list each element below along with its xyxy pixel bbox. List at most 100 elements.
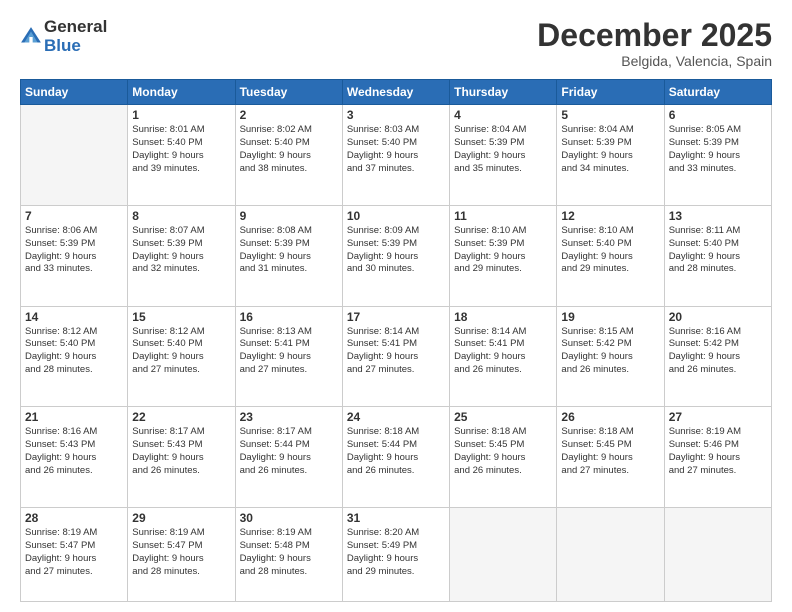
calendar-cell: 28Sunrise: 8:19 AM Sunset: 5:47 PM Dayli… bbox=[21, 508, 128, 602]
cell-info: Sunrise: 8:17 AM Sunset: 5:44 PM Dayligh… bbox=[240, 426, 338, 477]
day-number: 24 bbox=[347, 410, 445, 424]
calendar-cell: 18Sunrise: 8:14 AM Sunset: 5:41 PM Dayli… bbox=[450, 306, 557, 407]
calendar-cell: 23 Sunrise: 8:17 AM Sunset: 5:44 PM Dayli… bbox=[235, 407, 342, 508]
calendar-cell: 29 Sunrise: 8:19 AM Sunset: 5:47 PM Dayli… bbox=[128, 508, 235, 602]
day-number: 25 bbox=[454, 410, 552, 424]
calendar-week-1: 1Sunrise: 8:01 AM Sunset: 5:40 PM Daylig… bbox=[21, 105, 772, 206]
calendar-cell: 12 Sunrise: 8:10 AM Sunset: 5:40 PM Dayli… bbox=[557, 205, 664, 306]
calendar-week-5: 28 Sunrise: 8:19 AM Sunset: 5:47 PM Dayli… bbox=[21, 508, 772, 602]
calendar-cell: 22 Sunrise: 8:17 AM Sunset: 5:43 PM Dayli… bbox=[128, 407, 235, 508]
day-number: 11 bbox=[454, 209, 552, 223]
calendar-week-2: 7 Sunrise: 8:06 AM Sunset: 5:39 PM Daylig… bbox=[21, 205, 772, 306]
calendar-cell bbox=[557, 508, 664, 602]
day-number: 22 bbox=[132, 410, 230, 424]
logo-blue: Blue bbox=[44, 37, 107, 56]
cell-info: Sunrise: 8:18 AM Sunset: 5:45 PM Dayligh… bbox=[561, 426, 659, 477]
day-number: 28 bbox=[25, 511, 123, 525]
page: General Blue December 2025 Belgida, Vale… bbox=[0, 0, 792, 612]
cell-info: Sunrise: 8:16 AM Sunset: 5:43 PM Dayligh… bbox=[25, 426, 123, 477]
calendar-cell: 5 Sunrise: 8:04 AM Sunset: 5:39 PM Daylig… bbox=[557, 105, 664, 206]
cell-info: Sunrise: 8:19 AM Sunset: 5:46 PM Dayligh… bbox=[669, 426, 767, 477]
cell-info: Sunrise: 8:19 AM Sunset: 5:48 PM Dayligh… bbox=[240, 527, 338, 578]
day-number: 23 bbox=[240, 410, 338, 424]
calendar-cell: 26Sunrise: 8:18 AM Sunset: 5:45 PM Dayli… bbox=[557, 407, 664, 508]
day-number: 19 bbox=[561, 310, 659, 324]
cell-info: Sunrise: 8:18 AM Sunset: 5:44 PM Dayligh… bbox=[347, 426, 445, 477]
calendar-cell: 3 Sunrise: 8:03 AM Sunset: 5:40 PM Daylig… bbox=[342, 105, 449, 206]
day-number: 5 bbox=[561, 108, 659, 122]
calendar-week-4: 21 Sunrise: 8:16 AM Sunset: 5:43 PM Dayli… bbox=[21, 407, 772, 508]
calendar-cell: 30 Sunrise: 8:19 AM Sunset: 5:48 PM Dayli… bbox=[235, 508, 342, 602]
calendar-cell bbox=[21, 105, 128, 206]
calendar-cell: 16Sunrise: 8:13 AM Sunset: 5:41 PM Dayli… bbox=[235, 306, 342, 407]
cell-info: Sunrise: 8:07 AM Sunset: 5:39 PM Dayligh… bbox=[132, 225, 230, 276]
day-number: 8 bbox=[132, 209, 230, 223]
cell-info: Sunrise: 8:08 AM Sunset: 5:39 PM Dayligh… bbox=[240, 225, 338, 276]
calendar-cell: 27 Sunrise: 8:19 AM Sunset: 5:46 PM Dayli… bbox=[664, 407, 771, 508]
cell-info: Sunrise: 8:10 AM Sunset: 5:39 PM Dayligh… bbox=[454, 225, 552, 276]
day-number: 17 bbox=[347, 310, 445, 324]
cell-info: Sunrise: 8:04 AM Sunset: 5:39 PM Dayligh… bbox=[561, 124, 659, 175]
day-number: 12 bbox=[561, 209, 659, 223]
day-number: 15 bbox=[132, 310, 230, 324]
calendar-cell bbox=[664, 508, 771, 602]
location: Belgida, Valencia, Spain bbox=[537, 53, 772, 69]
calendar-cell: 11 Sunrise: 8:10 AM Sunset: 5:39 PM Dayli… bbox=[450, 205, 557, 306]
calendar-cell: 10Sunrise: 8:09 AM Sunset: 5:39 PM Dayli… bbox=[342, 205, 449, 306]
cell-info: Sunrise: 8:17 AM Sunset: 5:43 PM Dayligh… bbox=[132, 426, 230, 477]
calendar-cell: 1Sunrise: 8:01 AM Sunset: 5:40 PM Daylig… bbox=[128, 105, 235, 206]
cell-info: Sunrise: 8:12 AM Sunset: 5:40 PM Dayligh… bbox=[132, 326, 230, 377]
cell-info: Sunrise: 8:03 AM Sunset: 5:40 PM Dayligh… bbox=[347, 124, 445, 175]
cell-info: Sunrise: 8:14 AM Sunset: 5:41 PM Dayligh… bbox=[347, 326, 445, 377]
calendar-header-tuesday: Tuesday bbox=[235, 80, 342, 105]
calendar-cell: 14 Sunrise: 8:12 AM Sunset: 5:40 PM Dayli… bbox=[21, 306, 128, 407]
day-number: 7 bbox=[25, 209, 123, 223]
calendar-cell: 2Sunrise: 8:02 AM Sunset: 5:40 PM Daylig… bbox=[235, 105, 342, 206]
calendar-cell: 17 Sunrise: 8:14 AM Sunset: 5:41 PM Dayli… bbox=[342, 306, 449, 407]
day-number: 30 bbox=[240, 511, 338, 525]
calendar-cell: 21 Sunrise: 8:16 AM Sunset: 5:43 PM Dayli… bbox=[21, 407, 128, 508]
calendar-cell: 15 Sunrise: 8:12 AM Sunset: 5:40 PM Dayli… bbox=[128, 306, 235, 407]
calendar-header-saturday: Saturday bbox=[664, 80, 771, 105]
calendar-cell: 13Sunrise: 8:11 AM Sunset: 5:40 PM Dayli… bbox=[664, 205, 771, 306]
day-number: 16 bbox=[240, 310, 338, 324]
calendar-week-3: 14 Sunrise: 8:12 AM Sunset: 5:40 PM Dayli… bbox=[21, 306, 772, 407]
calendar-cell: 31Sunrise: 8:20 AM Sunset: 5:49 PM Dayli… bbox=[342, 508, 449, 602]
cell-info: Sunrise: 8:10 AM Sunset: 5:40 PM Dayligh… bbox=[561, 225, 659, 276]
day-number: 18 bbox=[454, 310, 552, 324]
day-number: 21 bbox=[25, 410, 123, 424]
cell-info: Sunrise: 8:19 AM Sunset: 5:47 PM Dayligh… bbox=[132, 527, 230, 578]
logo: General Blue bbox=[20, 18, 107, 55]
calendar-cell: 19 Sunrise: 8:15 AM Sunset: 5:42 PM Dayli… bbox=[557, 306, 664, 407]
calendar-cell bbox=[450, 508, 557, 602]
day-number: 29 bbox=[132, 511, 230, 525]
cell-info: Sunrise: 8:05 AM Sunset: 5:39 PM Dayligh… bbox=[669, 124, 767, 175]
header: General Blue December 2025 Belgida, Vale… bbox=[20, 18, 772, 69]
calendar-table: SundayMondayTuesdayWednesdayThursdayFrid… bbox=[20, 79, 772, 602]
day-number: 3 bbox=[347, 108, 445, 122]
title-block: December 2025 Belgida, Valencia, Spain bbox=[537, 18, 772, 69]
day-number: 14 bbox=[25, 310, 123, 324]
calendar-cell: 8 Sunrise: 8:07 AM Sunset: 5:39 PM Daylig… bbox=[128, 205, 235, 306]
cell-info: Sunrise: 8:15 AM Sunset: 5:42 PM Dayligh… bbox=[561, 326, 659, 377]
cell-info: Sunrise: 8:09 AM Sunset: 5:39 PM Dayligh… bbox=[347, 225, 445, 276]
month-title: December 2025 bbox=[537, 18, 772, 53]
calendar-header-wednesday: Wednesday bbox=[342, 80, 449, 105]
cell-info: Sunrise: 8:12 AM Sunset: 5:40 PM Dayligh… bbox=[25, 326, 123, 377]
calendar-cell: 4 Sunrise: 8:04 AM Sunset: 5:39 PM Daylig… bbox=[450, 105, 557, 206]
day-number: 6 bbox=[669, 108, 767, 122]
cell-info: Sunrise: 8:02 AM Sunset: 5:40 PM Dayligh… bbox=[240, 124, 338, 175]
cell-info: Sunrise: 8:11 AM Sunset: 5:40 PM Dayligh… bbox=[669, 225, 767, 276]
cell-info: Sunrise: 8:16 AM Sunset: 5:42 PM Dayligh… bbox=[669, 326, 767, 377]
calendar-cell: 20Sunrise: 8:16 AM Sunset: 5:42 PM Dayli… bbox=[664, 306, 771, 407]
day-number: 27 bbox=[669, 410, 767, 424]
day-number: 4 bbox=[454, 108, 552, 122]
calendar-cell: 9 Sunrise: 8:08 AM Sunset: 5:39 PM Daylig… bbox=[235, 205, 342, 306]
calendar-cell: 6 Sunrise: 8:05 AM Sunset: 5:39 PM Daylig… bbox=[664, 105, 771, 206]
day-number: 9 bbox=[240, 209, 338, 223]
calendar-cell: 24 Sunrise: 8:18 AM Sunset: 5:44 PM Dayli… bbox=[342, 407, 449, 508]
cell-info: Sunrise: 8:18 AM Sunset: 5:45 PM Dayligh… bbox=[454, 426, 552, 477]
calendar-cell: 25 Sunrise: 8:18 AM Sunset: 5:45 PM Dayli… bbox=[450, 407, 557, 508]
cell-info: Sunrise: 8:04 AM Sunset: 5:39 PM Dayligh… bbox=[454, 124, 552, 175]
cell-info: Sunrise: 8:06 AM Sunset: 5:39 PM Dayligh… bbox=[25, 225, 123, 276]
